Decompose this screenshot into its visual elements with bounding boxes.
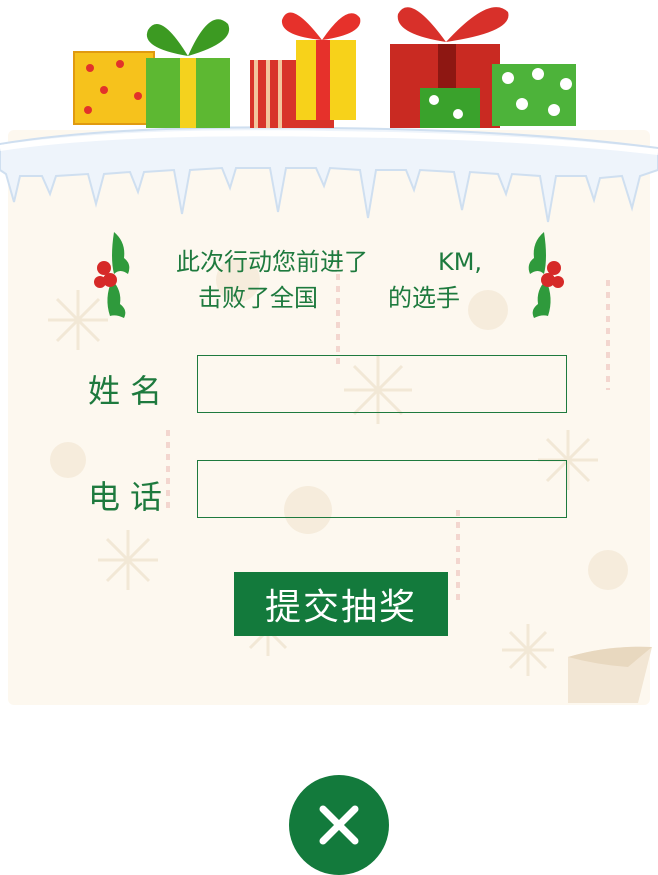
- phone-label: 电话: [88, 478, 173, 516]
- close-icon: [319, 805, 359, 845]
- name-input[interactable]: [197, 355, 567, 413]
- close-button[interactable]: [289, 775, 389, 875]
- submit-lottery-button[interactable]: 提交抽奖: [234, 572, 448, 636]
- rank-suffix: 的选手: [388, 284, 460, 312]
- distance-prefix: 此次行动您前进了: [175, 248, 368, 276]
- gift-boxes-icon: [73, 7, 576, 128]
- phone-input[interactable]: [197, 460, 567, 518]
- result-message: 此次行动您前进了 KM, 击败了全国 的选手: [0, 244, 658, 316]
- distance-unit: KM,: [437, 248, 483, 276]
- name-label: 姓名: [88, 372, 173, 410]
- distance-line: 此次行动您前进了 KM,: [0, 244, 658, 280]
- rank-line: 击败了全国 的选手: [0, 280, 658, 316]
- page-curl: [568, 646, 652, 703]
- snow-icicles: [0, 126, 658, 223]
- rank-prefix: 击败了全国: [198, 284, 318, 312]
